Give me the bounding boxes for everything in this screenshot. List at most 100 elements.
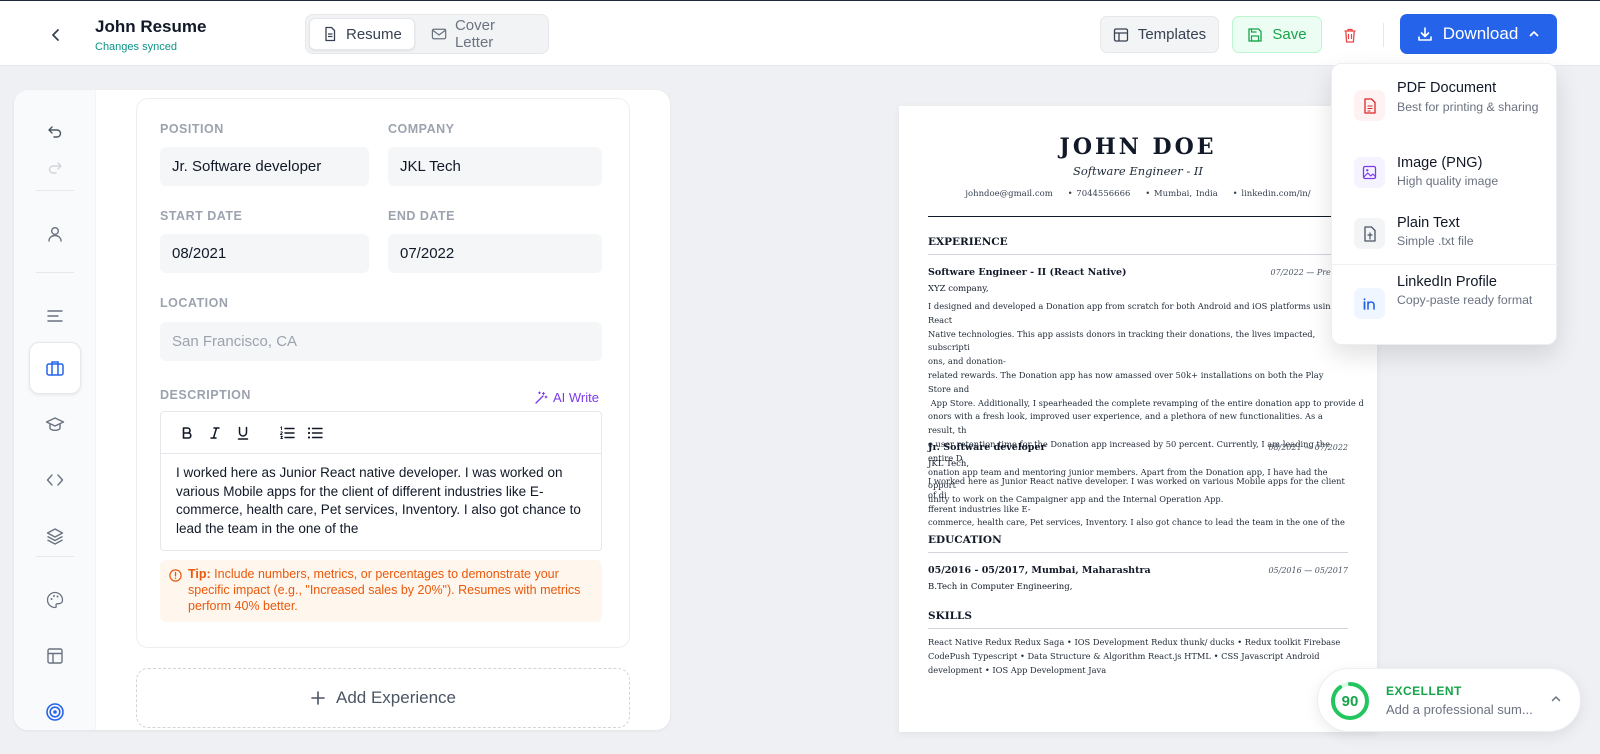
save-button[interactable]: Save [1232,16,1322,53]
undo-icon [48,126,62,138]
header-divider [1383,23,1384,47]
underline-button[interactable] [229,419,257,447]
delete-button[interactable] [1334,19,1366,51]
resume-name: JOHN DOE [1059,134,1217,160]
position-label: POSITION [160,122,224,136]
templates-button[interactable]: Templates [1100,16,1219,53]
start-date-input[interactable]: 08/2021 [160,234,369,273]
skills-line: CodePush Typescript • Data Structure & A… [928,650,1320,661]
info-icon [169,569,182,582]
text-file-icon [1354,218,1385,249]
description-line: I worked here as Junior React native dev… [928,476,1345,500]
download-label: Download [1442,24,1519,43]
menu-divider [1332,264,1558,265]
download-icon [1417,27,1432,41]
back-button[interactable] [40,19,72,51]
palette-icon [46,591,64,609]
sidebar-item-personal[interactable] [29,208,81,260]
underline-icon [237,426,249,440]
end-date-input[interactable]: 07/2022 [388,234,602,273]
bold-button[interactable] [173,419,201,447]
end-date-label: END DATE [388,209,455,223]
ai-write-button[interactable]: AI Write [534,390,599,405]
sidebar-divider [36,190,74,191]
download-option-linkedin[interactable]: LinkedIn Profile Copy-paste ready format [1332,271,1558,335]
resume-preview: JOHN DOE Software Engineer - II johndoe@… [899,106,1377,732]
description-editor: I worked here as Junior React native dev… [160,411,602,551]
sidebar-item-skills[interactable] [29,454,81,506]
sidebar-item-education[interactable] [29,398,81,450]
tab-resume[interactable]: Resume [309,18,415,50]
editor-panel: POSITION Jr. Software developer COMPANY … [14,90,670,730]
layout-icon [1113,27,1128,42]
description-textarea[interactable]: I worked here as Junior React native dev… [161,454,601,548]
resume-score-widget[interactable]: 90 EXCELLENT Add a professional sum... [1317,668,1581,732]
job-header: Software Engineer - II (React Native) 07… [928,267,1348,278]
sidebar-item-theme[interactable] [29,574,81,626]
skills-line: React Native Redux Redux Saga • IOS Deve… [928,637,1341,647]
download-option-txt[interactable]: Plain Text Simple .txt file [1332,213,1558,257]
top-bar: John Resume Changes synced Resume Cover … [0,0,1600,66]
option-title: LinkedIn Profile [1397,274,1497,290]
italic-button[interactable] [201,419,229,447]
target-icon [46,703,64,721]
layers-icon [46,528,64,545]
download-option-png[interactable]: Image (PNG) High quality image [1332,152,1558,196]
chevron-up-icon [1529,31,1539,37]
sidebar-divider [36,556,74,557]
score-label: EXCELLENT [1386,684,1462,698]
position-input[interactable]: Jr. Software developer [160,147,369,186]
option-subtitle: Simple .txt file [1397,234,1474,248]
description-line: related rewards. The Donation app has no… [928,369,1324,394]
location-label: LOCATION [160,296,229,310]
experience-heading: EXPERIENCE [928,236,1008,248]
redo-button[interactable] [29,142,81,194]
pdf-file-icon [1354,90,1385,121]
save-icon [1248,27,1263,42]
sidebar-divider [36,272,74,273]
description-line: fferent industries like E- [928,503,1031,514]
job-description: I worked here as Junior React native dev… [928,475,1348,530]
briefcase-icon [46,361,64,376]
download-option-pdf[interactable]: PDF Document Best for printing & sharing [1332,76,1558,136]
option-subtitle: High quality image [1397,174,1499,188]
skills-line: development • IOS App Development Java [928,664,1107,675]
sidebar-item-experience[interactable] [29,342,81,394]
description-line: ons, and donation- [928,356,1006,367]
education-header: 05/2016 - 05/2017, Mumbai, Maharashtra 0… [928,565,1348,576]
add-experience-button[interactable]: Add Experience [136,668,630,728]
sidebar-item-ats-score[interactable] [29,686,81,730]
user-icon [48,227,62,242]
start-date-label: START DATE [160,209,243,223]
section-rule [928,552,1348,553]
option-title: PDF Document [1397,80,1497,96]
skills-heading: SKILLS [928,610,972,622]
company-input[interactable]: JKL Tech [388,147,602,186]
sidebar-item-summary[interactable] [29,290,81,342]
tab-cover-letter-label: Cover Letter [454,17,495,51]
job-role: Software Engineer - II (React Native) [928,267,1127,278]
save-label: Save [1272,26,1307,43]
ordered-list-button[interactable] [273,419,301,447]
sidebar-item-projects[interactable] [29,510,81,562]
templates-label: Templates [1137,26,1207,43]
bullet-list-button[interactable] [301,419,329,447]
document-icon [325,26,336,42]
tab-resume-label: Resume [346,25,402,43]
magic-wand-icon [535,390,548,404]
redo-icon [48,162,62,174]
tip-heading: Tip: [188,567,211,581]
bullet-list-icon [307,426,323,439]
sidebar-item-layout[interactable] [29,630,81,682]
document-title[interactable]: John Resume [95,17,206,37]
description-line: commerce, health care, Pet services, Inv… [928,517,1345,528]
company-label: COMPANY [388,122,455,136]
option-subtitle: Best for printing & sharing [1397,100,1539,114]
location-input[interactable]: San Francisco, CA [160,322,602,361]
sync-status: Changes synced [95,41,177,53]
download-button[interactable]: Download [1400,14,1557,54]
plus-icon [311,691,325,705]
linkedin-icon [1354,288,1385,319]
tab-cover-letter[interactable]: Cover Letter [419,17,545,51]
mail-icon [431,28,447,40]
